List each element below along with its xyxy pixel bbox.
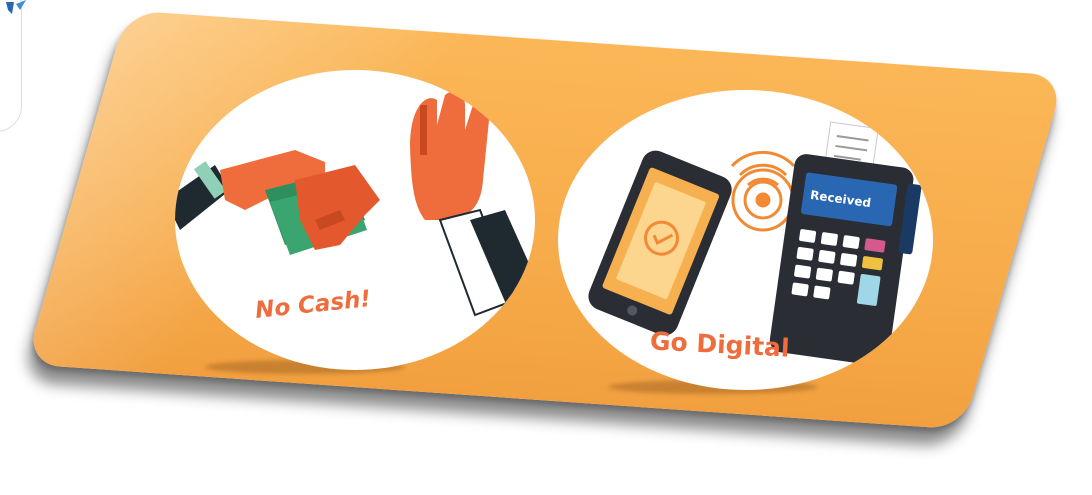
- nfc-waves-icon: [730, 150, 796, 232]
- payment-terminal-icon: [769, 121, 922, 366]
- no-cash-panel: No Cash!: [175, 70, 535, 370]
- smartphone-icon: [588, 150, 732, 336]
- go-digital-panel: Received Go Digital: [558, 90, 933, 390]
- stop-hand-icon: [410, 91, 535, 325]
- no-cash-illustration: [175, 91, 535, 325]
- handshake-icon: [175, 150, 380, 255]
- logo-fragment-icon: [6, 0, 26, 14]
- side-card: [0, 0, 22, 132]
